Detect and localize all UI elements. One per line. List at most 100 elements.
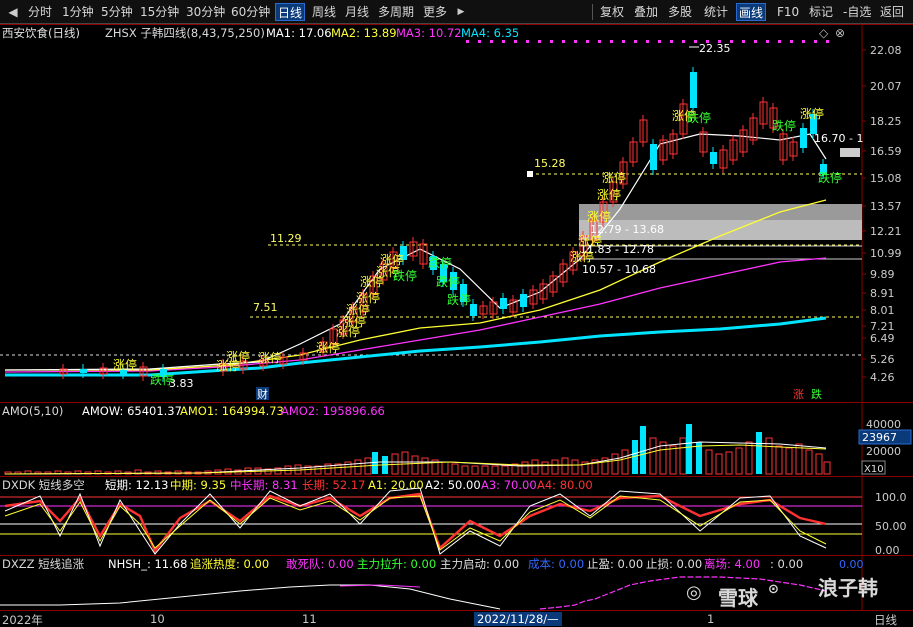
limit-up-marker: 涨 [793,388,804,401]
limit-up-signal: 涨停 [216,358,240,373]
tab-more[interactable]: 更多 [421,3,449,21]
signal-dot [574,40,577,43]
amo-current-badge: 23967 [862,431,897,444]
tab-60min[interactable]: 60分钟 [229,3,272,21]
limit-down-signal: 跌停 [150,372,174,387]
signal-dot [466,40,469,43]
volume-bar [481,465,489,475]
time-label-jan: 1 [707,612,715,626]
tab-5min[interactable]: 5分钟 [99,3,135,21]
volume-bar [756,432,762,474]
signal-dot [742,40,745,43]
signal-dot [622,40,625,43]
more-dropdown-icon[interactable]: ▶ [450,3,472,21]
level-1129-label: 11.29 [270,232,302,245]
price-axis-label: 16.59 [870,145,902,158]
tab-multiperiod[interactable]: 多周期 [376,3,416,21]
signal-dot [682,40,685,43]
limit-up-signal: 涨停 [113,357,137,372]
volume-bar [795,443,803,475]
amo-multiplier: X10 [864,464,884,475]
signal-dot [778,40,781,43]
price-axis-label: 9.89 [870,268,895,281]
price-axis-label: 20.07 [870,80,902,93]
overlay-button[interactable]: 叠加 [632,3,660,21]
price-axis-label: 12.21 [870,225,902,238]
collapse-left-icon[interactable]: ◀ [2,3,24,21]
candle-body [80,369,87,373]
amo-axis-20000: 20000 [866,445,901,458]
volume-bar [659,441,667,475]
price-axis-label: 6.49 [870,332,895,345]
signal-dot [754,40,757,43]
signal-dot [814,40,817,43]
limit-down-marker: 跌 [811,387,822,401]
tab-monthly[interactable]: 月线 [343,3,371,21]
remove-favorite-button[interactable]: -自选 [841,3,873,21]
draw-line-button[interactable]: 画线 [736,3,767,21]
back-button[interactable]: 返回 [878,3,906,21]
tab-daily[interactable]: 日线 [275,3,306,21]
period-label: 日线 [874,613,897,627]
candle-body [470,304,477,316]
signal-dot [562,40,565,43]
limit-down-signal: 跌停 [436,274,460,289]
volume-bar [561,457,569,475]
level-751-label: 7.51 [253,301,278,314]
volume-bar [805,449,813,475]
signal-dot [646,40,649,43]
tab-1min[interactable]: 1分钟 [60,3,96,21]
limit-up-signal: 涨停 [258,350,282,365]
volume-bar [705,449,713,475]
signal-dot [826,40,829,43]
volume-bar [686,424,692,474]
amo-axis-40000: 40000 [866,418,901,431]
dxdk-axis-0: 0.00 [875,544,900,555]
price-axis-label: 18.25 [870,115,902,128]
signal-dot [790,40,793,43]
candle-body [500,298,507,309]
volume-bar [735,447,743,475]
candle-body [650,144,657,170]
tab-fenshi[interactable]: 分时 [26,3,54,21]
signal-dot [586,40,589,43]
signal-dot [526,40,529,43]
watermark-separator: ⊙ [768,582,779,597]
candle-body [800,128,807,148]
price-axis-label: 15.08 [870,172,902,185]
tab-weekly[interactable]: 周线 [310,3,338,21]
limit-down-signal: 跌停 [428,255,452,270]
f10-button[interactable]: F10 [775,3,801,21]
multi-stock-button[interactable]: 多股 [666,3,694,21]
financial-report-marker: 财 [257,387,268,401]
volume-bar [815,453,823,475]
limit-down-signal: 跌停 [687,110,711,125]
limit-up-signal: 涨停 [597,187,621,202]
signal-dot [514,40,517,43]
time-axis: 2022年 10 11 2022/11/28/— 1 日线 [0,610,913,627]
volume-bar [461,465,469,475]
volume-bar [745,441,753,475]
watermark-author: 浪子韩 [818,576,878,600]
volume-bar [785,447,793,475]
tab-15min[interactable]: 15分钟 [138,3,181,21]
candle-body [690,72,697,108]
volume-bar [551,459,559,475]
volume-bar [411,455,419,475]
tab-30min[interactable]: 30分钟 [184,3,227,21]
limit-up-signal: 涨停 [800,106,824,121]
candle-body [710,152,717,164]
dxzz-axis-0: 0.00 [839,558,864,571]
limit-down-signal: 跌停 [393,268,417,283]
restore-rights-button[interactable]: 复权 [598,3,626,21]
candlestick-chart: 22.08 20.07 18.25 16.59 15.08 13.57 12.21 10.99… [0,24,902,402]
signal-dot [670,40,673,43]
signal-dot [478,40,481,43]
volume-bar [501,465,509,475]
price-axis-label: 8.01 [870,304,895,317]
statistics-button[interactable]: 统计 [702,3,730,21]
volume-bar [823,461,831,475]
volume-bar [421,457,429,475]
mark-button[interactable]: 标记 [807,3,835,21]
amo-bar-chart: 40000 20000 23967 X10 [4,402,912,476]
